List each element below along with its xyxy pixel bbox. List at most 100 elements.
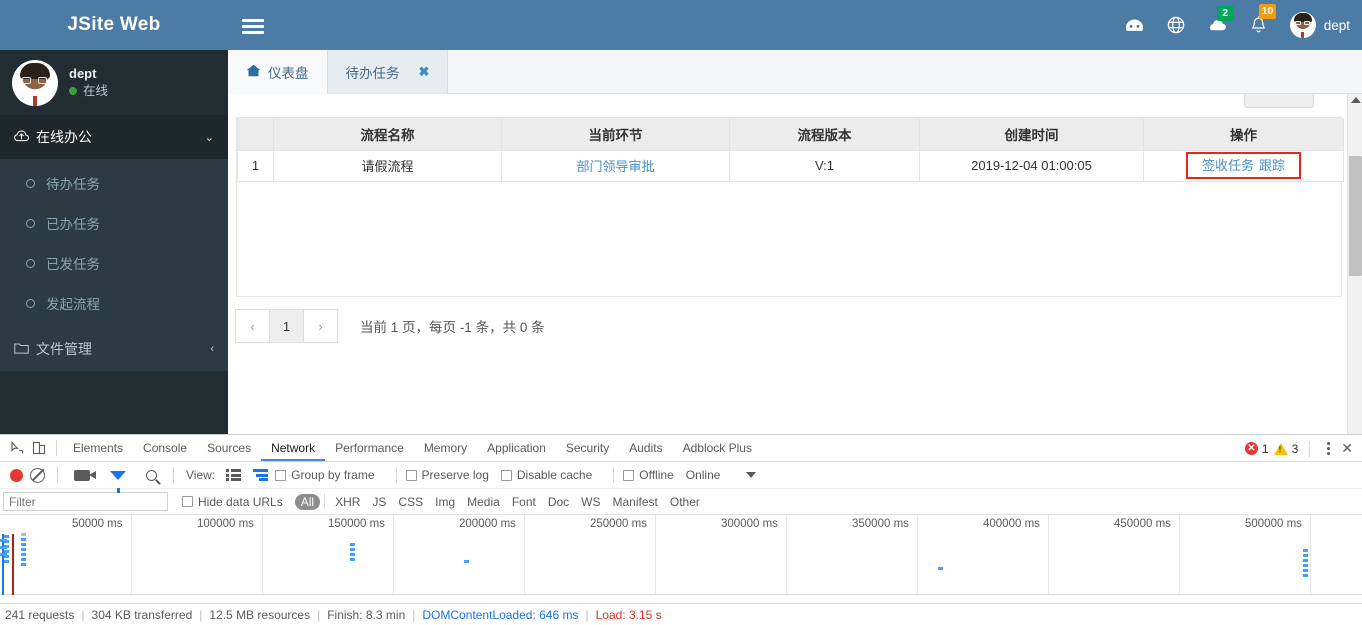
filter-type-ws[interactable]: WS	[575, 495, 606, 509]
filter-type-img[interactable]: Img	[429, 495, 461, 509]
load-time: Load: 3.15 s	[595, 607, 662, 622]
topbar: 2 10 dept	[228, 0, 1362, 50]
checkbox-icon[interactable]	[623, 469, 635, 481]
chevron-down-icon[interactable]: ⌄	[205, 131, 214, 144]
warning-count-badge[interactable]: 3	[1273, 442, 1298, 456]
divider	[613, 467, 615, 483]
record-button[interactable]	[10, 468, 23, 482]
topbar-user-menu[interactable]: dept	[1289, 12, 1350, 38]
sidebar-item-todo-tasks[interactable]: 待办任务	[0, 163, 228, 203]
sidebar-user-status: 在线	[69, 82, 108, 100]
cell-current-step[interactable]: 部门领导审批	[501, 149, 730, 182]
tab-dashboard[interactable]: 仪表盘	[228, 50, 328, 94]
brand-title[interactable]: JSite Web	[0, 0, 228, 50]
sidebar-group-file-management[interactable]: 文件管理 ‹	[0, 327, 228, 371]
hide-data-urls-label: Hide data URLs	[198, 494, 283, 509]
inspect-element-icon[interactable]	[6, 437, 28, 459]
capture-screenshots-icon[interactable]	[74, 469, 96, 481]
device-toolbar-icon[interactable]	[28, 437, 50, 459]
timeline-gridline	[1310, 515, 1311, 594]
circle-icon	[26, 298, 35, 308]
filter-type-doc[interactable]: Doc	[542, 495, 575, 509]
devtools-tab-memory[interactable]: Memory	[414, 435, 477, 461]
devtools-tab-sources[interactable]: Sources	[197, 435, 261, 461]
pagination-info-mid1: 页，每页	[402, 320, 457, 335]
sidebar-item-done-tasks[interactable]: 已办任务	[0, 203, 228, 243]
filter-type-media[interactable]: Media	[461, 495, 506, 509]
throttling-label: Online	[685, 468, 721, 482]
messages-icon[interactable]: 2	[1208, 5, 1234, 33]
group-by-frame-option[interactable]: Group by frame	[275, 468, 375, 482]
devtools-tab-audits[interactable]: Audits	[619, 435, 672, 461]
sidebar-item-start-process[interactable]: 发起流程	[0, 283, 228, 323]
filter-type-js[interactable]: JS	[366, 495, 392, 509]
cell-process-version: V:1	[729, 149, 920, 182]
filter-type-manifest[interactable]: Manifest	[607, 495, 664, 509]
filter-input[interactable]	[3, 492, 168, 511]
hamburger-icon[interactable]	[241, 13, 265, 37]
devtools-tab-security[interactable]: Security	[556, 435, 619, 461]
toolbar-button-partial[interactable]	[1244, 94, 1314, 108]
filter-icon[interactable]	[110, 470, 126, 493]
checkbox-icon[interactable]	[500, 469, 512, 481]
folder-icon	[14, 341, 36, 357]
request-marks	[1303, 549, 1308, 579]
chevron-left-icon[interactable]: ‹	[210, 343, 214, 355]
devtools-tab-adblock-plus[interactable]: Adblock Plus	[673, 435, 762, 461]
notifications-icon[interactable]: 10	[1250, 4, 1277, 34]
sidebar-group-online-office[interactable]: 在线办公 ⌄	[0, 115, 228, 159]
disable-cache-option[interactable]: Disable cache	[500, 468, 592, 482]
more-options-icon[interactable]	[1321, 442, 1336, 455]
search-icon[interactable]	[146, 469, 157, 481]
network-waterfall[interactable]: 50000 ms 100000 ms 150000 ms 200000 ms 2…	[0, 515, 1362, 595]
filter-type-css[interactable]: CSS	[392, 495, 429, 509]
filter-type-all[interactable]: All	[294, 493, 321, 510]
pagination-prev[interactable]: ‹	[235, 309, 270, 343]
divider: |	[317, 607, 321, 622]
dashboard-icon[interactable]	[1125, 18, 1144, 33]
preserve-log-option[interactable]: Preserve log	[405, 468, 489, 482]
devtools-tab-performance[interactable]: Performance	[325, 435, 414, 461]
scroll-up-arrow-icon[interactable]	[1351, 97, 1361, 103]
devtools-tab-elements[interactable]: Elements	[63, 435, 133, 461]
checkbox-icon[interactable]	[182, 496, 193, 507]
devtools-tab-network[interactable]: Network	[261, 435, 326, 461]
close-icon[interactable]: ✕	[1341, 440, 1356, 457]
sidebar-item-sent-tasks[interactable]: 已发任务	[0, 243, 228, 283]
claim-task-link[interactable]: 签收任务	[1202, 158, 1254, 173]
chevron-down-icon[interactable]	[746, 472, 757, 478]
messages-badge: 2	[1216, 5, 1234, 21]
sidebar-group-label: 在线办公	[36, 129, 92, 145]
filter-type-other[interactable]: Other	[664, 495, 706, 509]
pagination-info: 当前 1 页，每页 -1 条，共 0 条	[360, 316, 545, 336]
scrollbar-thumb[interactable]	[1349, 156, 1362, 276]
content-scrollbar[interactable]	[1347, 94, 1362, 434]
requests-count: 241 requests	[5, 607, 75, 622]
filter-type-font[interactable]: Font	[506, 495, 542, 509]
track-link[interactable]: 跟踪	[1259, 158, 1285, 173]
waterfall-view-icon[interactable]	[253, 469, 269, 481]
checkbox-icon[interactable]	[405, 469, 417, 481]
sidebar-group-label: 文件管理	[36, 341, 92, 357]
error-count-badge[interactable]: ✕ 1	[1244, 442, 1269, 456]
tab-label: 待办任务	[345, 66, 400, 81]
tab-todo-tasks[interactable]: 待办任务 ✖	[327, 50, 449, 94]
th-process-version: 流程版本	[729, 118, 920, 151]
clear-button[interactable]	[30, 467, 45, 483]
pagination-page-1[interactable]: 1	[269, 309, 304, 343]
pagination-next[interactable]: ›	[303, 309, 338, 343]
checkbox-icon[interactable]	[275, 469, 287, 481]
timeline-gridline	[917, 515, 918, 594]
table-row: 1 请假流程 部门领导审批 V:1 2019-12-04 01:00:05 签收…	[237, 149, 1344, 182]
throttling-select[interactable]: Online	[686, 468, 721, 482]
devtools-tab-application[interactable]: Application	[477, 435, 556, 461]
filter-type-xhr[interactable]: XHR	[329, 495, 366, 509]
offline-option[interactable]: Offline	[623, 468, 674, 482]
hide-data-urls-option[interactable]: Hide data URLs	[182, 495, 283, 509]
list-view-icon[interactable]	[226, 469, 242, 481]
globe-icon[interactable]	[1167, 16, 1185, 34]
close-icon[interactable]: ✖	[419, 64, 430, 80]
online-dot-icon	[69, 86, 77, 95]
network-status-bar: 241 requests | 304 KB transferred | 12.5…	[0, 603, 1362, 625]
devtools-tab-console[interactable]: Console	[133, 435, 197, 461]
